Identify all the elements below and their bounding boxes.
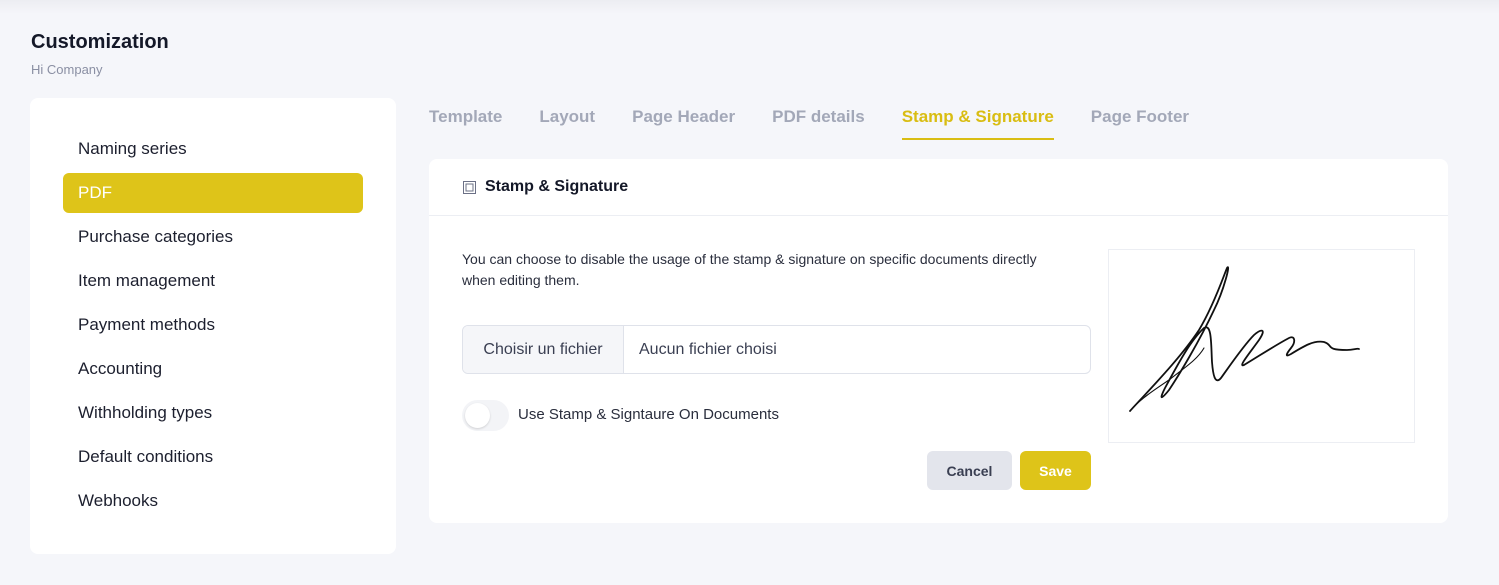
sidebar-item-accounting[interactable]: Accounting [63, 349, 363, 389]
card-header: Stamp & Signature [429, 159, 1448, 216]
cancel-button[interactable]: Cancel [927, 451, 1012, 490]
stamp-signature-card: Stamp & Signature You can choose to disa… [429, 159, 1448, 523]
card-title: Stamp & Signature [485, 178, 629, 195]
tab-stamp-signature[interactable]: Stamp & Signature [901, 100, 1054, 140]
tab-page-header[interactable]: Page Header [632, 100, 735, 140]
toggle-knob [465, 403, 490, 428]
file-status: Aucun fichier choisi [639, 340, 777, 358]
tab-page-footer[interactable]: Page Footer [1091, 100, 1189, 140]
use-stamp-toggle[interactable] [462, 400, 509, 431]
signature-file-input[interactable]: Choisir un fichier Aucun fichier choisi [462, 325, 1091, 374]
sidebar-item-pdf[interactable]: PDF [63, 173, 363, 213]
page-title: Customization [31, 31, 169, 53]
sidebar-item-item-management[interactable]: Item management [63, 261, 363, 301]
page-subtitle: Hi Company [31, 62, 103, 77]
settings-sidebar: Naming series PDF Purchase categories It… [30, 98, 396, 554]
sidebar-item-default-conditions[interactable]: Default conditions [63, 437, 363, 477]
signature-image [1129, 266, 1360, 412]
use-stamp-toggle-label: Use Stamp & Signtaure On Documents [518, 406, 779, 423]
topbar-edge [0, 0, 1499, 14]
tab-layout[interactable]: Layout [539, 100, 595, 140]
card-description: You can choose to disable the usage of t… [462, 251, 1037, 288]
choose-file-button[interactable]: Choisir un fichier [463, 326, 624, 373]
sidebar-item-payment-methods[interactable]: Payment methods [63, 305, 363, 345]
sidebar-item-withholding-types[interactable]: Withholding types [63, 393, 363, 433]
pdf-tabs: Template Layout Page Header PDF details … [429, 100, 1226, 140]
sidebar-item-webhooks[interactable]: Webhooks [63, 481, 363, 521]
tab-pdf-details[interactable]: PDF details [772, 100, 865, 140]
tab-template[interactable]: Template [429, 100, 502, 140]
signature-preview [1108, 249, 1415, 443]
stamp-icon [463, 180, 476, 194]
save-button[interactable]: Save [1020, 451, 1091, 490]
sidebar-item-purchase-categories[interactable]: Purchase categories [63, 217, 363, 257]
sidebar-item-naming-series[interactable]: Naming series [63, 129, 363, 169]
